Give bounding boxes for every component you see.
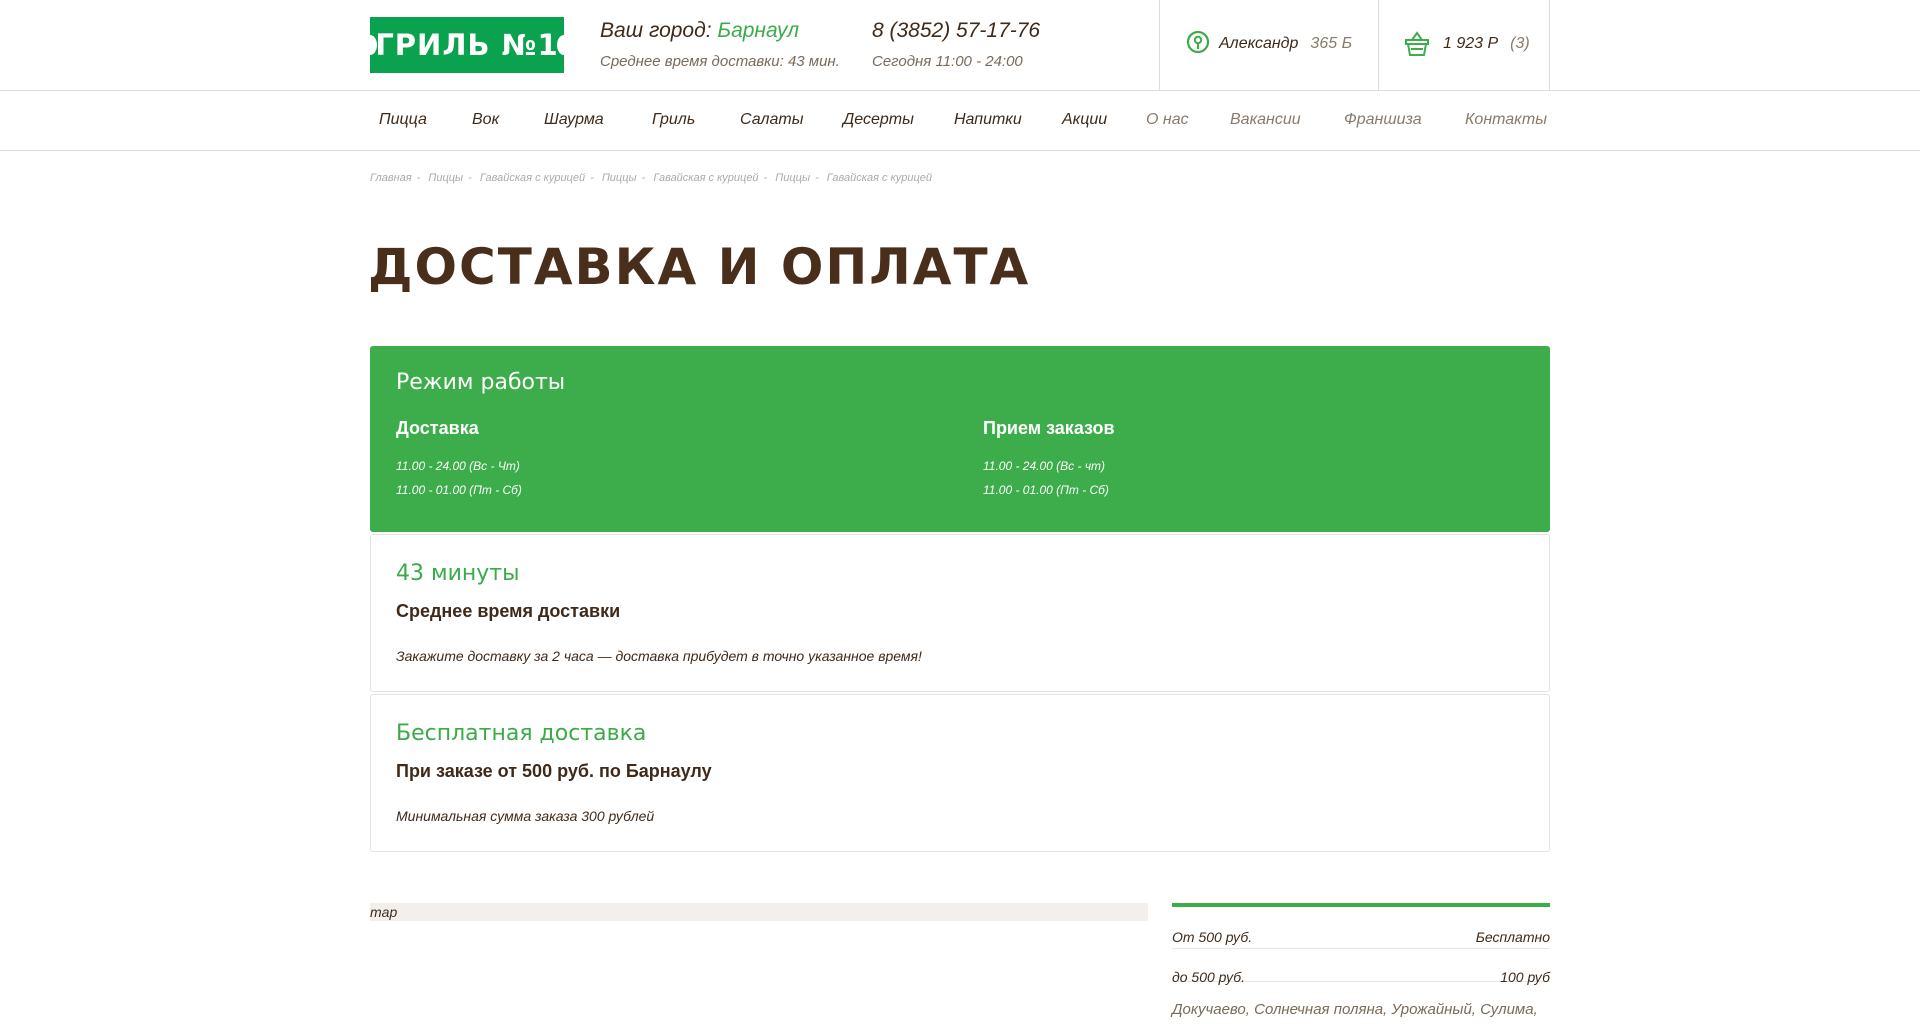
cart-count: (3) — [1510, 35, 1530, 52]
nav-item-vacancies[interactable]: Вакансии — [1230, 111, 1301, 129]
price-row-label: От 500 руб. — [1172, 929, 1253, 945]
breadcrumb-link[interactable]: Пиццы — [602, 172, 637, 184]
delivery-areas: Докучаево, Солнечная поляна, Урожайный, … — [1172, 1001, 1538, 1018]
delivery-hours-line: 11.00 - 24.00 (Вс - Чт) — [396, 459, 520, 473]
nav-item-desserts[interactable]: Десерты — [843, 111, 914, 129]
order-hours-line: 11.00 - 01.00 (Пт - Сб) — [983, 483, 1109, 497]
delivery-hours-title: Доставка — [396, 418, 479, 438]
nav-item-about[interactable]: О нас — [1146, 111, 1189, 129]
price-row-value: Бесплатно — [1475, 929, 1550, 945]
page-title: ДОСТАВКА И ОПЛАТА — [368, 238, 1031, 296]
breadcrumb-link[interactable]: Пиццы — [428, 172, 463, 184]
logo[interactable]: ГРИЛЬ №1 — [363, 17, 571, 73]
delivery-price-table: От 500 руб. Бесплатно до 500 руб. 100 ру… — [1172, 903, 1550, 985]
user-account[interactable]: Александр 365 Б — [1185, 30, 1352, 58]
price-row-value: 100 руб — [1500, 969, 1550, 985]
order-hours-title: Прием заказов — [983, 418, 1115, 438]
free-delivery-text: Минимальная сумма заказа 300 рублей — [396, 808, 655, 824]
avg-delivery-box: 43 минуты Среднее время доставки Закажит… — [370, 534, 1550, 692]
free-delivery-title: Бесплатная доставка — [396, 721, 647, 746]
basket-icon — [1405, 31, 1429, 56]
nav-item-franchise[interactable]: Франшиза — [1344, 111, 1422, 129]
site-header: ГРИЛЬ №1 Ваш город: Барнаул Среднее врем… — [0, 0, 1920, 91]
breadcrumb-link[interactable]: Гавайская с курицей — [653, 172, 758, 184]
delivery-hours-line: 11.00 - 01.00 (Пт - Сб) — [396, 483, 522, 497]
nav-item-salads[interactable]: Салаты — [740, 111, 803, 129]
user-name: Александр — [1219, 35, 1299, 52]
main-nav: Пицца Вок Шаурма Гриль Салаты Десерты На… — [0, 91, 1920, 151]
free-delivery-box: Бесплатная доставка При заказе от 500 ру… — [370, 694, 1550, 852]
header-divider — [1549, 0, 1550, 91]
avg-delivery-subtitle: Среднее время доставки — [396, 601, 621, 621]
price-row: От 500 руб. Бесплатно — [1172, 907, 1550, 949]
avg-delivery-time: Среднее время доставки: 43 мин. — [600, 53, 840, 70]
breadcrumb-link[interactable]: Главная — [370, 172, 412, 184]
header-divider — [1378, 0, 1379, 91]
city-name-link[interactable]: Барнаул — [717, 19, 799, 42]
free-delivery-subtitle: При заказе от 500 руб. по Барнаулу — [396, 761, 712, 781]
breadcrumb-link[interactable]: Пиццы — [775, 172, 810, 184]
avg-delivery-title: 43 минуты — [396, 561, 520, 586]
nav-item-grill[interactable]: Гриль — [652, 111, 695, 129]
working-hours: Сегодня 11:00 - 24:00 — [872, 53, 1023, 70]
header-divider — [1159, 0, 1160, 91]
schedule-box: Режим работы Доставка 11.00 - 24.00 (Вс … — [370, 346, 1550, 532]
nav-item-shawarma[interactable]: Шаурма — [544, 111, 604, 129]
nav-item-pizza[interactable]: Пицца — [379, 111, 427, 129]
nav-item-contacts[interactable]: Контакты — [1465, 111, 1547, 129]
city-label: Ваш город: — [600, 19, 712, 42]
city-selector[interactable]: Ваш город: Барнаул — [600, 19, 799, 43]
avg-delivery-text: Закажите доставку за 2 часа — доставка п… — [396, 648, 922, 664]
cart-button[interactable]: 1 923 Р (3) — [1403, 30, 1530, 58]
price-row-label: до 500 руб. — [1172, 969, 1246, 985]
user-points: 365 Б — [1310, 35, 1352, 52]
delivery-map[interactable]: map — [370, 903, 1148, 921]
breadcrumb: Главная - Пиццы - Гавайская с курицей - Пиц… — [370, 172, 933, 184]
price-row: до 500 руб. 100 руб — [1172, 949, 1550, 985]
location-pin-icon — [1186, 30, 1210, 54]
breadcrumb-current: Гавайская с курицей — [826, 172, 933, 184]
delivery-hours: Доставка 11.00 - 24.00 (Вс - Чт) 11.00 -… — [396, 418, 522, 502]
order-hours: Прием заказов 11.00 - 24.00 (Вс - чт) 11… — [983, 418, 1115, 502]
breadcrumb-link[interactable]: Гавайская с курицей — [480, 172, 585, 184]
nav-item-drinks[interactable]: Напитки — [954, 111, 1022, 129]
nav-item-wok[interactable]: Вок — [472, 111, 499, 129]
nav-item-promotions[interactable]: Акции — [1062, 111, 1107, 129]
schedule-title: Режим работы — [396, 370, 566, 395]
cart-sum: 1 923 Р — [1443, 35, 1499, 52]
order-hours-line: 11.00 - 24.00 (Вс - чт) — [983, 459, 1106, 473]
phone-number[interactable]: 8 (3852) 57-17-76 — [872, 19, 1040, 43]
